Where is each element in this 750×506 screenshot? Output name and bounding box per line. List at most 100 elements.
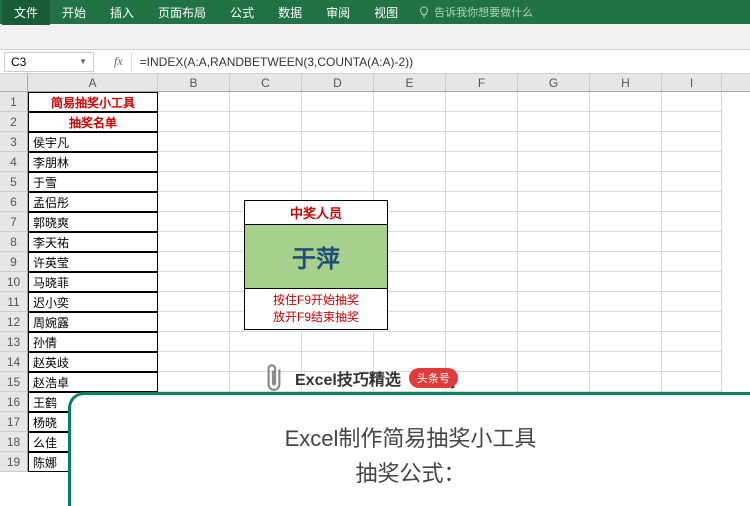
cell[interactable]: 孙倩	[28, 332, 158, 352]
cell[interactable]	[446, 132, 518, 152]
cell[interactable]	[302, 172, 374, 192]
cell[interactable]	[230, 92, 302, 112]
cell[interactable]	[662, 112, 722, 132]
row-header[interactable]: 1	[0, 92, 28, 112]
cell[interactable]	[446, 292, 518, 312]
cell[interactable]: 抽奖名单	[28, 112, 158, 132]
cell[interactable]	[302, 152, 374, 172]
cell[interactable]	[302, 92, 374, 112]
name-box[interactable]: C3 ▼	[4, 52, 94, 72]
col-header[interactable]: C	[230, 74, 302, 91]
col-header[interactable]: D	[302, 74, 374, 91]
cell[interactable]	[446, 332, 518, 352]
cell[interactable]	[302, 132, 374, 152]
cell[interactable]	[590, 112, 662, 132]
cell[interactable]	[446, 192, 518, 212]
cell[interactable]	[518, 212, 590, 232]
cell[interactable]: 许英莹	[28, 252, 158, 272]
cell[interactable]	[374, 332, 446, 352]
cell[interactable]	[590, 132, 662, 152]
cell[interactable]	[158, 232, 230, 252]
cell[interactable]	[158, 92, 230, 112]
row-header[interactable]: 12	[0, 312, 28, 332]
cell[interactable]	[518, 112, 590, 132]
cell[interactable]	[158, 272, 230, 292]
cell[interactable]: 赵浩卓	[28, 372, 158, 392]
cell[interactable]: 简易抽奖小工具	[28, 92, 158, 112]
cell[interactable]	[590, 312, 662, 332]
cell[interactable]: 周婉露	[28, 312, 158, 332]
row-header[interactable]: 2	[0, 112, 28, 132]
cell[interactable]	[662, 332, 722, 352]
cell[interactable]	[662, 192, 722, 212]
cell[interactable]	[662, 272, 722, 292]
cell[interactable]	[662, 92, 722, 112]
cell[interactable]	[518, 332, 590, 352]
cell[interactable]	[302, 332, 374, 352]
row-header[interactable]: 19	[0, 452, 28, 472]
cell[interactable]	[446, 172, 518, 192]
tell-me[interactable]: 告诉我你想要做什么	[418, 4, 533, 20]
cell[interactable]	[518, 172, 590, 192]
cell[interactable]	[446, 92, 518, 112]
cell[interactable]: 李朋林	[28, 152, 158, 172]
cell[interactable]	[158, 332, 230, 352]
cell[interactable]	[518, 372, 590, 392]
cell[interactable]	[590, 212, 662, 232]
cell[interactable]	[590, 192, 662, 212]
tab-view[interactable]: 视图	[362, 0, 410, 25]
cell[interactable]	[374, 112, 446, 132]
cell[interactable]	[518, 192, 590, 212]
row-header[interactable]: 10	[0, 272, 28, 292]
cell[interactable]	[230, 132, 302, 152]
cell[interactable]	[662, 312, 722, 332]
cell[interactable]	[518, 312, 590, 332]
tab-home[interactable]: 开始	[50, 0, 98, 25]
cell[interactable]	[374, 172, 446, 192]
col-header[interactable]: I	[662, 74, 722, 91]
cell[interactable]	[230, 172, 302, 192]
row-header[interactable]: 9	[0, 252, 28, 272]
row-header[interactable]: 15	[0, 372, 28, 392]
cell[interactable]	[158, 152, 230, 172]
cell[interactable]	[662, 252, 722, 272]
cell[interactable]	[662, 292, 722, 312]
row-header[interactable]: 6	[0, 192, 28, 212]
cell[interactable]: 马晓菲	[28, 272, 158, 292]
row-header[interactable]: 5	[0, 172, 28, 192]
cell[interactable]	[446, 232, 518, 252]
chevron-down-icon[interactable]: ▼	[79, 57, 87, 66]
cell[interactable]	[518, 352, 590, 372]
cell[interactable]	[158, 172, 230, 192]
cell[interactable]: 于雪	[28, 172, 158, 192]
cell[interactable]	[158, 192, 230, 212]
cell[interactable]	[518, 92, 590, 112]
row-header[interactable]: 11	[0, 292, 28, 312]
cell[interactable]	[158, 112, 230, 132]
cell[interactable]	[590, 232, 662, 252]
cell[interactable]	[662, 152, 722, 172]
cell[interactable]	[446, 312, 518, 332]
cell[interactable]: 赵英歧	[28, 352, 158, 372]
cell[interactable]	[158, 292, 230, 312]
col-header[interactable]: B	[158, 74, 230, 91]
cell[interactable]	[158, 252, 230, 272]
row-header[interactable]: 18	[0, 432, 28, 452]
tab-insert[interactable]: 插入	[98, 0, 146, 25]
row-header[interactable]: 4	[0, 152, 28, 172]
cell[interactable]	[518, 152, 590, 172]
cell[interactable]	[230, 332, 302, 352]
cell[interactable]	[158, 312, 230, 332]
row-header[interactable]: 8	[0, 232, 28, 252]
row-header[interactable]: 16	[0, 392, 28, 412]
cell[interactable]	[590, 332, 662, 352]
cell[interactable]	[518, 292, 590, 312]
cell[interactable]: 孟侣彤	[28, 192, 158, 212]
cell[interactable]	[158, 212, 230, 232]
select-all-corner[interactable]	[0, 74, 28, 91]
cell[interactable]	[158, 132, 230, 152]
tab-review[interactable]: 审阅	[314, 0, 362, 25]
cell[interactable]	[518, 132, 590, 152]
cell[interactable]	[662, 212, 722, 232]
cell[interactable]	[302, 112, 374, 132]
